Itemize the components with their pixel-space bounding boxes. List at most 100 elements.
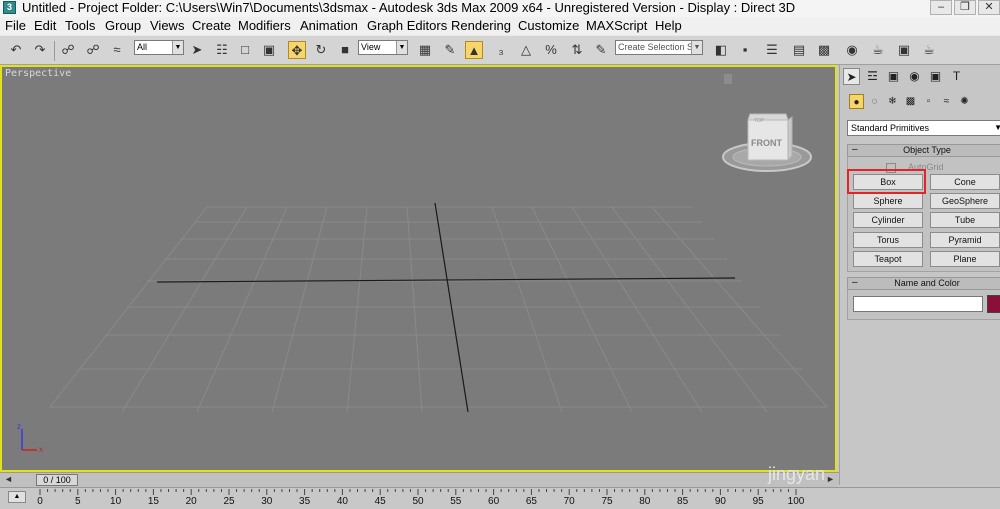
menu-file[interactable]: File: [5, 18, 26, 34]
percent-snap-icon[interactable]: %: [542, 41, 560, 59]
utilities-tab-icon[interactable]: T: [948, 68, 965, 85]
primitive-category-dropdown[interactable]: Standard Primitives ▼: [847, 120, 1000, 136]
select-and-link-icon[interactable]: ☍: [59, 41, 77, 59]
geosphere-button[interactable]: GeoSphere: [930, 193, 1000, 209]
name-and-color-rollout-header[interactable]: – Name and Color: [847, 277, 1000, 290]
sphere-button[interactable]: Sphere: [853, 193, 923, 209]
toolbar-divider: [54, 41, 55, 61]
keyboard-shortcut-override-icon[interactable]: ▲: [465, 41, 483, 59]
create-tab-icon[interactable]: ➤: [843, 68, 860, 85]
object-type-rollout-header[interactable]: – Object Type: [847, 144, 1000, 157]
track-tick-label: 85: [677, 496, 689, 507]
edit-named-selection-icon[interactable]: ✎: [592, 41, 610, 59]
select-and-scale-icon[interactable]: ■: [336, 41, 354, 59]
systems-icon[interactable]: ✺: [957, 94, 972, 109]
slider-next-arrow-icon[interactable]: ►: [826, 474, 835, 484]
undo-icon[interactable]: ↶: [7, 41, 25, 59]
material-editor-icon[interactable]: ◉: [843, 41, 861, 59]
menu-create[interactable]: Create: [192, 18, 231, 34]
display-tab-icon[interactable]: ▣: [927, 68, 944, 85]
snaps-toggle-icon[interactable]: ₃: [492, 41, 510, 59]
track-tick-label: 5: [75, 496, 81, 507]
shapes-icon[interactable]: ◌: [867, 94, 882, 109]
collapse-icon: –: [852, 277, 858, 288]
3dsmax-app-icon[interactable]: 3: [3, 1, 16, 14]
minimize-button[interactable]: –: [930, 0, 952, 15]
perspective-viewport[interactable]: Perspective TOP FRONT z x: [0, 65, 837, 472]
chevron-down-icon: ▼: [994, 123, 1000, 132]
use-pivot-point-center-icon[interactable]: ▦: [416, 41, 434, 59]
menu-rendering[interactable]: Rendering: [451, 18, 511, 34]
close-button[interactable]: ✕: [978, 0, 1000, 15]
title-bar: 3 Untitled - Project Folder: C:\Users\Wi…: [0, 0, 1000, 18]
watermark-text: jingyan: [768, 464, 826, 484]
track-tick-label: 35: [299, 496, 311, 507]
unlink-selection-icon[interactable]: ☍: [84, 41, 102, 59]
bind-to-space-warp-icon[interactable]: ≈: [108, 41, 126, 59]
named-selection-sets-dropdown[interactable]: Create Selection Se ▼: [615, 40, 703, 55]
motion-tab-icon[interactable]: ◉: [906, 68, 923, 85]
menu-tools[interactable]: Tools: [65, 18, 95, 34]
schematic-view-icon[interactable]: ▩: [815, 41, 833, 59]
space-warps-icon[interactable]: ≈: [939, 94, 954, 109]
window-crossing-icon[interactable]: ▣: [260, 41, 278, 59]
maximize-button[interactable]: ❐: [954, 0, 976, 15]
pyramid-button[interactable]: Pyramid: [930, 232, 1000, 248]
angle-snap-icon[interactable]: △: [517, 41, 535, 59]
time-slider-track[interactable]: ◄ 0 / 100 ►: [0, 472, 839, 487]
lights-icon[interactable]: ❄: [885, 94, 900, 109]
slider-prev-arrow-icon[interactable]: ◄: [4, 474, 13, 484]
menu-edit[interactable]: Edit: [34, 18, 56, 34]
mirror-icon[interactable]: ◧: [712, 41, 730, 59]
curve-editor-icon[interactable]: ▤: [790, 41, 808, 59]
select-and-move-icon[interactable]: ✥: [288, 41, 306, 59]
object-name-input[interactable]: [853, 296, 983, 312]
select-and-manipulate-icon[interactable]: ✎: [441, 41, 459, 59]
hierarchy-tab-icon[interactable]: ▣: [885, 68, 902, 85]
geometry-icon[interactable]: ●: [849, 94, 864, 109]
cylinder-button[interactable]: Cylinder: [853, 212, 923, 228]
menu-modifiers[interactable]: Modifiers: [238, 18, 291, 34]
menu-group[interactable]: Group: [105, 18, 141, 34]
menu-animation[interactable]: Animation: [300, 18, 358, 34]
track-bar[interactable]: ▲ 0 5 10 15 20 25 30 35 40 45 50 55 60 65 70 75 80 85 90 95…: [0, 487, 1000, 508]
redo-icon[interactable]: ↷: [31, 41, 49, 59]
name-and-color-title: Name and Color: [894, 278, 960, 288]
viewport-grid: [21, 74, 828, 451]
reference-coordinate-dropdown[interactable]: View ▼: [358, 40, 408, 55]
viewcube-top-label[interactable]: TOP: [754, 118, 764, 124]
render-setup-icon[interactable]: ☕: [869, 41, 887, 59]
selection-filter-dropdown[interactable]: All ▼: [134, 40, 184, 55]
time-slider[interactable]: 0 / 100: [36, 474, 78, 486]
cameras-icon[interactable]: ▩: [903, 94, 918, 109]
track-tick-label: 15: [147, 496, 159, 507]
track-tick-label: 45: [374, 496, 386, 507]
teapot-button[interactable]: Teapot: [853, 251, 923, 267]
modify-tab-icon[interactable]: ☲: [864, 68, 881, 85]
viewport-clipping-icon: [724, 74, 732, 84]
cone-button[interactable]: Cone: [930, 174, 1000, 190]
object-color-swatch[interactable]: [987, 295, 1000, 313]
menu-maxscript[interactable]: MAXScript: [586, 18, 647, 34]
spinner-snap-icon[interactable]: ⇅: [568, 41, 586, 59]
select-object-icon[interactable]: ➤: [188, 41, 206, 59]
viewcube-front-label[interactable]: FRONT: [751, 138, 782, 148]
menu-graph-editors[interactable]: Graph Editors: [367, 18, 447, 34]
select-by-name-icon[interactable]: ☷: [213, 41, 231, 59]
track-tick-label: 30: [261, 496, 273, 507]
track-tick-label: 70: [563, 496, 575, 507]
menu-views[interactable]: Views: [150, 18, 184, 34]
align-icon[interactable]: ▪: [736, 41, 754, 59]
helpers-icon[interactable]: ▫: [921, 94, 936, 109]
track-tick-label: 0: [37, 496, 43, 507]
menu-help[interactable]: Help: [655, 18, 682, 34]
torus-button[interactable]: Torus: [853, 232, 923, 248]
rendered-frame-window-icon[interactable]: ▣: [895, 41, 913, 59]
rectangular-selection-icon[interactable]: □: [236, 41, 254, 59]
menu-customize[interactable]: Customize: [518, 18, 579, 34]
layer-manager-icon[interactable]: ☰: [763, 41, 781, 59]
render-production-icon[interactable]: ☕: [920, 41, 938, 59]
select-and-rotate-icon[interactable]: ↻: [312, 41, 330, 59]
tube-button[interactable]: Tube: [930, 212, 1000, 228]
plane-button[interactable]: Plane: [930, 251, 1000, 267]
